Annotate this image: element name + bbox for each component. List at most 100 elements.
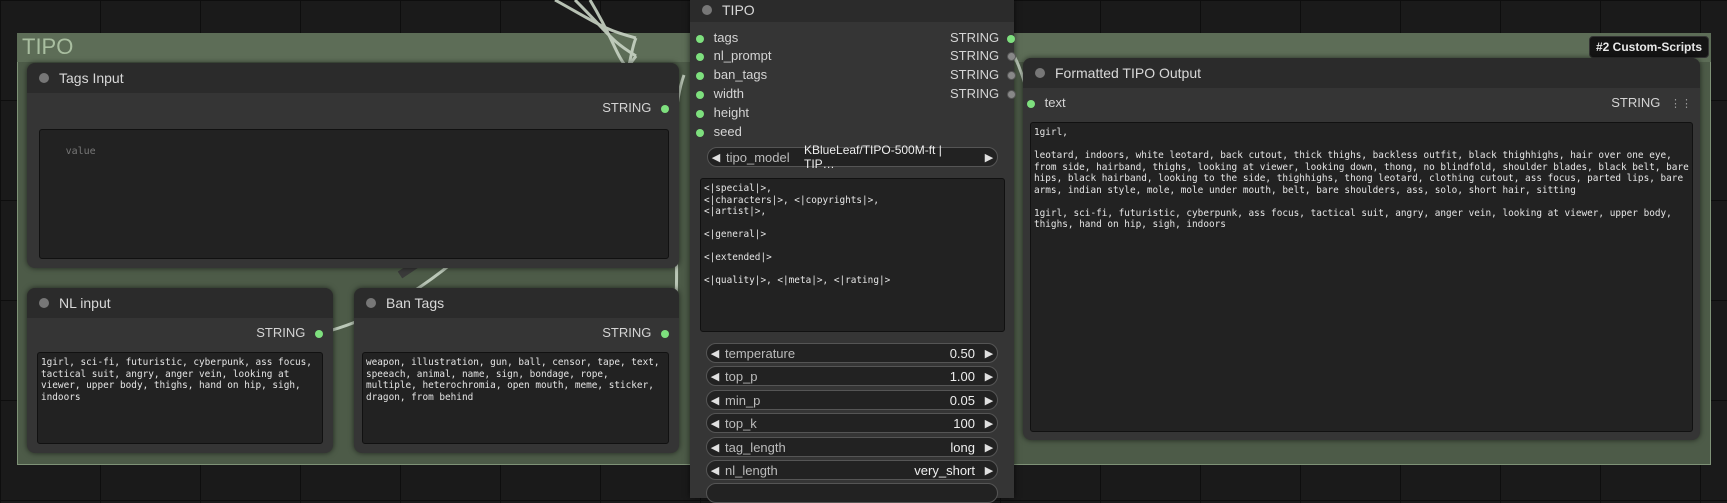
textarea-placeholder: value xyxy=(65,145,96,157)
output-type-label: STRING xyxy=(1611,95,1661,110)
widget-value: KBlueLeaf/TIPO-500M-ft | TIP… xyxy=(804,143,942,171)
output-type-label: STRING xyxy=(602,325,652,340)
tag-length-widget[interactable]: ◀ tag_length long ▶ xyxy=(706,437,998,457)
tags-textarea[interactable]: value xyxy=(39,129,669,259)
widget-label: tag_length xyxy=(725,439,786,455)
output-slot[interactable]: STRING ⋮⋮ xyxy=(1611,94,1692,112)
temperature-widget[interactable]: ◀ temperature 0.50 ▶ xyxy=(706,343,998,363)
widget-value: 1.00 xyxy=(949,368,975,384)
node-title: Ban Tags xyxy=(386,295,445,311)
tipo-model-combo[interactable]: ◀ tipo_model KBlueLeaf/TIPO-500M-ft | TI… xyxy=(707,143,998,171)
input-label: width xyxy=(713,86,744,101)
widget-value: 0.50 xyxy=(949,345,975,361)
input-height[interactable]: height xyxy=(696,104,749,122)
output-type-label: STRING xyxy=(256,325,306,340)
nl-textarea[interactable]: 1girl, sci-fi, futuristic, cyberpunk, as… xyxy=(37,352,323,444)
output-slot[interactable]: STRING xyxy=(602,324,669,342)
top-k-widget[interactable]: ◀ top_k 100 ▶ xyxy=(706,413,998,433)
increment-icon[interactable]: ▶ xyxy=(981,370,997,383)
widget-label: top_k xyxy=(725,415,757,431)
node-title: TIPO xyxy=(722,2,755,18)
input-seed[interactable]: seed xyxy=(696,123,742,141)
output-type-label: STRING xyxy=(950,30,1000,45)
input-label: nl_prompt xyxy=(713,48,772,63)
output-type-label: STRING xyxy=(950,67,1000,82)
widget-value: very_short xyxy=(914,462,975,478)
widget-label: tipo_model xyxy=(726,149,790,165)
input-ban-tags[interactable]: ban_tags xyxy=(696,66,767,84)
output-connector[interactable] xyxy=(1006,52,1016,62)
output-connector[interactable] xyxy=(1006,71,1016,81)
input-connector[interactable] xyxy=(696,34,704,43)
input-label: tags xyxy=(713,30,739,45)
ban-tags-textarea[interactable]: weapon, illustration, gun, ball, censor,… xyxy=(362,352,669,444)
widget-label: nl_length xyxy=(725,462,778,478)
widget-label: temperature xyxy=(725,345,796,361)
decrement-icon[interactable]: ◀ xyxy=(707,370,723,383)
format-textarea[interactable]: <|special|>, <|characters|>, <|copyright… xyxy=(700,178,1005,332)
nl-input-node[interactable]: NL input STRING 1girl, sci-fi, futuristi… xyxy=(27,288,333,453)
input-connector[interactable] xyxy=(696,128,704,137)
input-connector[interactable] xyxy=(696,52,704,61)
decrement-icon[interactable]: ◀ xyxy=(707,394,723,407)
input-tags[interactable]: tags xyxy=(696,29,738,47)
increment-icon[interactable]: ▶ xyxy=(981,464,997,477)
decrement-icon[interactable]: ◀ xyxy=(707,464,723,477)
ban-tags-node[interactable]: Ban Tags STRING weapon, illustration, gu… xyxy=(354,288,679,453)
node-title: NL input xyxy=(59,295,111,311)
increment-icon[interactable]: ▶ xyxy=(981,441,997,454)
decrement-icon[interactable]: ◀ xyxy=(707,347,723,360)
node-status-dot[interactable] xyxy=(702,5,712,15)
formatted-output-textarea[interactable]: 1girl, leotard, indoors, white leotard, … xyxy=(1030,122,1693,432)
input-nl-prompt[interactable]: nl_prompt xyxy=(696,47,771,65)
widget-value: long xyxy=(950,439,975,455)
input-label: text xyxy=(1044,95,1066,110)
input-connector[interactable] xyxy=(696,71,704,80)
output-connector[interactable] xyxy=(661,329,669,338)
node-title: Formatted TIPO Output xyxy=(1055,65,1202,81)
increment-icon[interactable]: ▶ xyxy=(981,417,997,430)
output-connector[interactable] xyxy=(1006,90,1016,100)
input-connector[interactable] xyxy=(1027,99,1035,108)
output-slot[interactable]: STRING xyxy=(602,99,669,117)
min-p-widget[interactable]: ◀ min_p 0.05 ▶ xyxy=(706,390,998,410)
output-type-label: STRING xyxy=(602,100,652,115)
next-arrow-icon[interactable]: ▶ xyxy=(981,151,997,164)
output-connector[interactable] xyxy=(315,329,323,338)
output-connector[interactable] xyxy=(1006,34,1015,43)
input-connector[interactable] xyxy=(696,90,704,99)
node-status-dot[interactable] xyxy=(39,73,49,83)
output-4[interactable]: STRING xyxy=(950,85,1016,103)
prev-arrow-icon[interactable]: ◀ xyxy=(708,151,724,164)
output-type-label: STRING xyxy=(950,48,1000,63)
formatted-output-node[interactable]: Formatted TIPO Output text STRING ⋮⋮ 1gi… xyxy=(1023,58,1700,440)
input-connector[interactable] xyxy=(696,109,704,118)
tags-input-node[interactable]: Tags Input STRING value xyxy=(27,63,679,268)
widget-value: 0.05 xyxy=(949,392,975,408)
output-connector[interactable] xyxy=(661,104,669,113)
output-3[interactable]: STRING xyxy=(950,66,1016,84)
input-label: height xyxy=(713,105,750,120)
output-1[interactable]: STRING xyxy=(950,29,1015,47)
input-label: seed xyxy=(713,124,742,139)
input-text[interactable]: text xyxy=(1027,94,1066,112)
output-slot[interactable]: STRING xyxy=(256,324,323,342)
node-status-dot[interactable] xyxy=(39,298,49,308)
widget-label: min_p xyxy=(725,392,761,408)
widget-label: top_p xyxy=(725,368,758,384)
partial-widget[interactable] xyxy=(706,483,998,503)
widget-value: 100 xyxy=(953,415,975,431)
increment-icon[interactable]: ▶ xyxy=(981,347,997,360)
decrement-icon[interactable]: ◀ xyxy=(707,417,723,430)
top-p-widget[interactable]: ◀ top_p 1.00 ▶ xyxy=(706,366,998,386)
input-label: ban_tags xyxy=(713,67,768,82)
increment-icon[interactable]: ▶ xyxy=(981,394,997,407)
node-title: Tags Input xyxy=(59,70,124,86)
nl-length-widget[interactable]: ◀ nl_length very_short ▶ xyxy=(706,460,998,480)
grid-icon[interactable]: ⋮⋮ xyxy=(1670,98,1692,110)
node-status-dot[interactable] xyxy=(366,298,376,308)
node-status-dot[interactable] xyxy=(1035,68,1045,78)
input-width[interactable]: width xyxy=(696,85,744,103)
decrement-icon[interactable]: ◀ xyxy=(707,441,723,454)
output-2[interactable]: STRING xyxy=(950,47,1016,65)
